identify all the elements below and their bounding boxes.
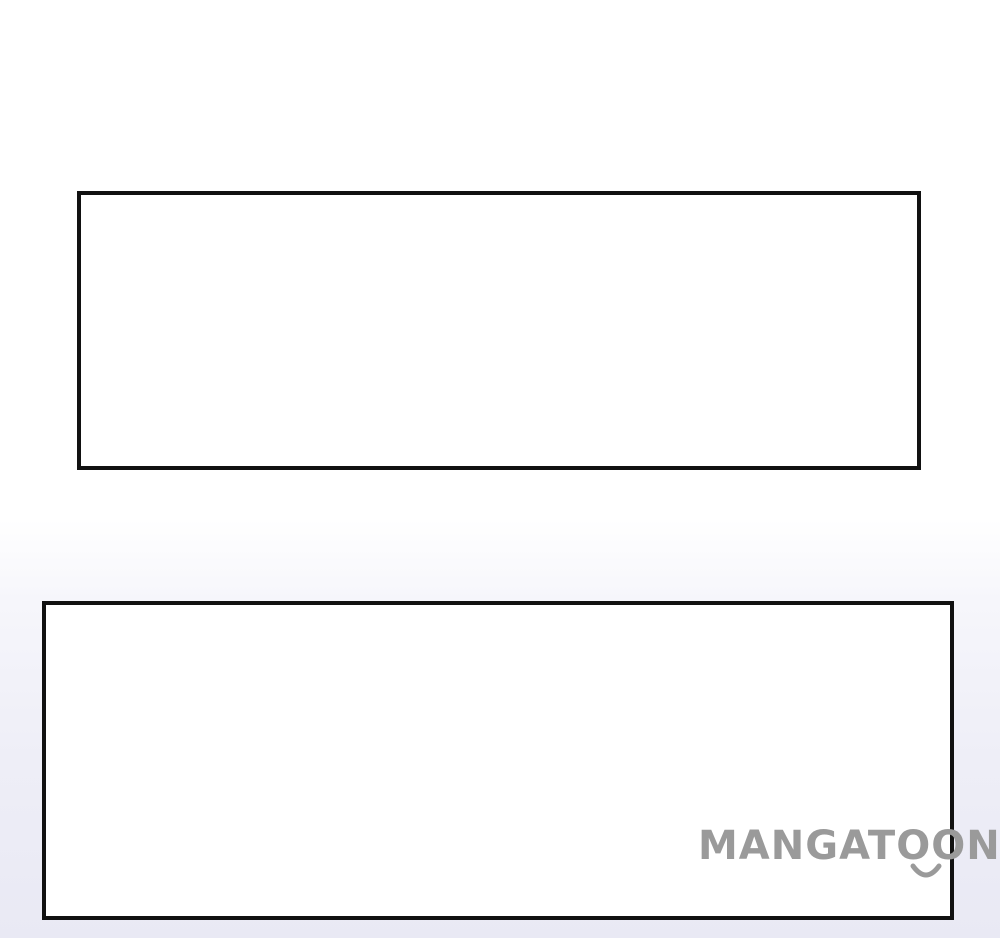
empty-panel-top bbox=[77, 191, 921, 470]
mangatoon-watermark: MANGATOON bbox=[698, 822, 1000, 892]
smile-icon bbox=[910, 863, 942, 878]
watermark-text: MANGATOON bbox=[698, 823, 1000, 869]
comic-page: MANGATOON bbox=[0, 0, 1000, 938]
